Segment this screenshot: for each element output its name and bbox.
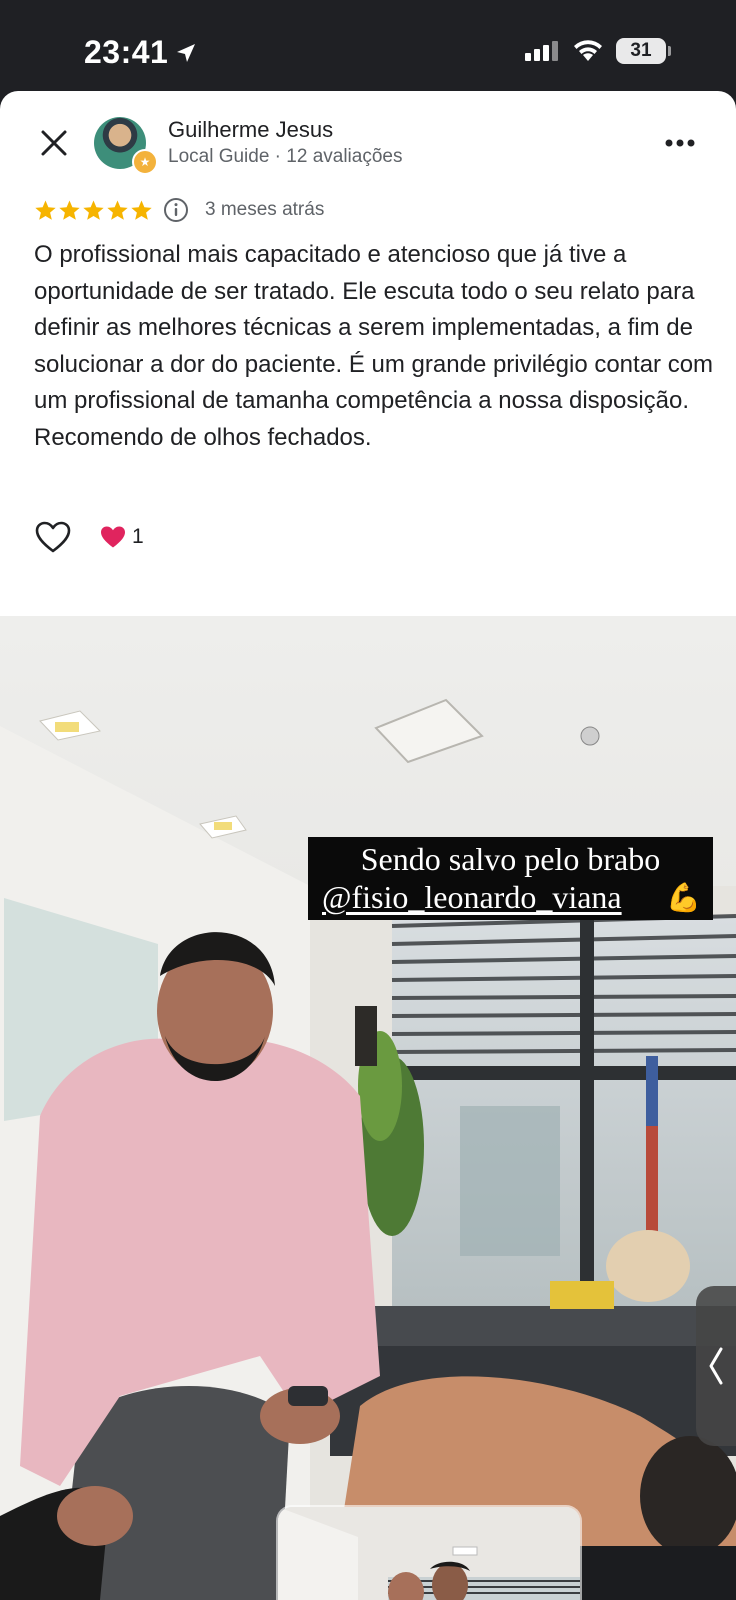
- close-button[interactable]: [32, 121, 76, 165]
- review-text: O profissional mais capacitado e atencio…: [34, 241, 714, 451]
- battery-indicator: 31: [616, 38, 671, 64]
- wifi-icon: [574, 40, 602, 61]
- flexed-biceps-icon: 💪: [666, 882, 701, 913]
- close-icon: [41, 130, 67, 156]
- heart-outline-icon: [35, 521, 71, 553]
- side-panel-handle[interactable]: [696, 1286, 736, 1446]
- battery-level: 31: [630, 40, 652, 61]
- cellular-signal-icon: [525, 41, 558, 61]
- reactions-row: 1: [34, 517, 144, 557]
- status-time: 23:41: [84, 34, 198, 71]
- photo-caption: Sendo salvo pelo brabo @fisio_leonardo_v…: [308, 837, 713, 920]
- inset-photo[interactable]: [278, 1507, 580, 1600]
- star-rating: [34, 199, 153, 222]
- more-icon: [665, 139, 695, 147]
- review-date: 3 meses atrás: [205, 199, 325, 220]
- review-photo[interactable]: Sendo salvo pelo brabo @fisio_leonardo_v…: [0, 616, 736, 1600]
- star-icon: [59, 199, 80, 220]
- reviewer-name[interactable]: Guilherme Jesus: [168, 117, 333, 143]
- photo-scene: [0, 616, 736, 1600]
- rating-row: 3 meses atrás: [34, 195, 324, 225]
- like-button[interactable]: [34, 518, 72, 556]
- chevron-left-icon: [709, 1347, 723, 1385]
- inset-photo-scene: [278, 1507, 580, 1600]
- local-guide-badge-icon: ★: [132, 149, 158, 175]
- status-bar: 23:41 31: [0, 0, 736, 92]
- more-options-button[interactable]: [660, 129, 700, 157]
- info-icon[interactable]: [163, 197, 189, 223]
- star-icon: [83, 199, 104, 220]
- reaction-summary[interactable]: 1: [100, 525, 144, 549]
- heart-filled-icon: [101, 526, 125, 548]
- reaction-count: 1: [132, 525, 144, 548]
- star-icon: [35, 199, 56, 220]
- status-time-text: 23:41: [84, 34, 169, 70]
- star-icon: [107, 199, 128, 220]
- caption-line-1: Sendo salvo pelo brabo: [360, 841, 661, 877]
- reviewer-meta: Local Guide · 12 avaliações: [168, 146, 403, 167]
- caption-mention: @fisio_leonardo_viana: [322, 879, 622, 915]
- star-icon: [131, 199, 152, 220]
- status-icons: 31: [524, 38, 671, 64]
- location-arrow-icon: [177, 43, 196, 62]
- review-sheet: ★ Guilherme Jesus Local Guide · 12 avali…: [0, 91, 736, 1600]
